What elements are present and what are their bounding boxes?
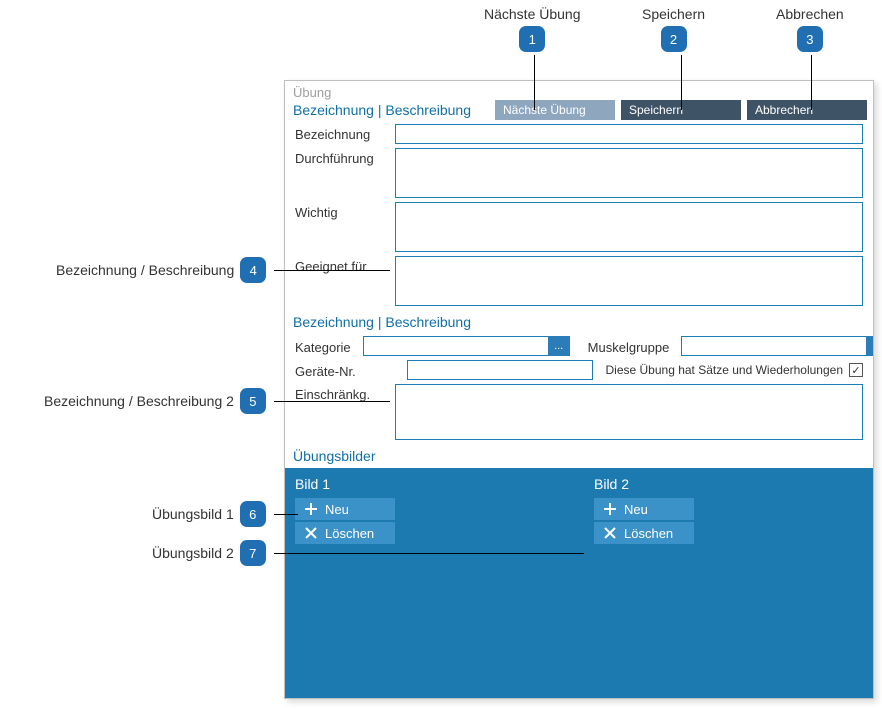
plus-icon: [303, 501, 319, 517]
satz-checkbox[interactable]: ✓: [849, 363, 863, 377]
bild2-new-label: Neu: [624, 502, 648, 517]
x-icon: [602, 525, 618, 541]
bezeichnung-input[interactable]: [395, 124, 863, 144]
cancel-button[interactable]: Abbrechen: [747, 100, 867, 120]
bild1-title: Bild 1: [295, 476, 564, 492]
exercise-panel: Übung Bezeichnung | Beschreibung Nächste…: [284, 80, 874, 699]
kategorie-input[interactable]: [363, 336, 548, 356]
section-header-3: Übungsbilder: [285, 448, 873, 468]
x-icon: [303, 525, 319, 541]
section-header-2: Bezeichnung | Beschreibung: [285, 314, 873, 334]
image-col-2: Bild 2 Neu Löschen: [594, 476, 863, 688]
label-einschr: Einschränkg.: [295, 384, 395, 402]
section1-text: Bezeichnung | Beschreibung: [293, 102, 471, 118]
label-kategorie: Kategorie: [295, 337, 351, 355]
geeignet-textarea[interactable]: [395, 256, 863, 306]
image-col-1: Bild 1 Neu Löschen: [295, 476, 564, 688]
next-exercise-button[interactable]: Nächste Übung: [495, 100, 615, 120]
callout-bubble-6: 6: [240, 501, 266, 527]
label-muskelgruppe: Muskelgruppe: [582, 337, 670, 355]
form-section-1: Bezeichnung Durchführung Wichtig Geeigne…: [285, 122, 873, 314]
form-section-2: Kategorie ... Muskelgruppe ... Geräte-Nr…: [285, 334, 873, 448]
callout-bubble-2: 2: [661, 26, 687, 52]
callout-label-1: Nächste Übung: [484, 6, 581, 22]
callout-bubble-4: 4: [240, 257, 266, 283]
callout-label-4: Bezeichnung / Beschreibung: [56, 262, 234, 278]
bild1-delete-label: Löschen: [325, 526, 374, 541]
bild1-delete-button[interactable]: Löschen: [295, 522, 395, 544]
kategorie-picker-button[interactable]: ...: [548, 336, 570, 356]
callout-label-7: Übungsbild 2: [152, 545, 234, 561]
label-bezeichnung: Bezeichnung: [295, 124, 395, 142]
bild2-delete-label: Löschen: [624, 526, 673, 541]
wichtig-textarea[interactable]: [395, 202, 863, 252]
callout-label-5: Bezeichnung / Beschreibung 2: [44, 393, 234, 409]
callout-bubble-3: 3: [797, 26, 823, 52]
label-durchfuehrung: Durchführung: [295, 148, 395, 166]
check-icon: ✓: [851, 364, 860, 377]
bild1-new-label: Neu: [325, 502, 349, 517]
callout-bubble-1: 1: [519, 26, 545, 52]
callout-label-2: Speichern: [642, 6, 705, 22]
bild1-new-button[interactable]: Neu: [295, 498, 395, 520]
muskelgruppe-picker-button[interactable]: ...: [866, 336, 874, 356]
label-satz: Diese Übung hat Sätze und Wiederholungen: [606, 363, 844, 377]
plus-icon: [602, 501, 618, 517]
bild2-new-button[interactable]: Neu: [594, 498, 694, 520]
label-geeignet: Geeignet für: [295, 256, 395, 274]
callout-label-3: Abbrechen: [776, 6, 844, 22]
bild2-title: Bild 2: [594, 476, 863, 492]
label-wichtig: Wichtig: [295, 202, 395, 220]
bild2-delete-button[interactable]: Löschen: [594, 522, 694, 544]
callout-bubble-7: 7: [240, 540, 266, 566]
einschr-textarea[interactable]: [395, 384, 863, 440]
section-header-1: Bezeichnung | Beschreibung Nächste Übung…: [285, 102, 873, 122]
callout-bubble-5: 5: [240, 388, 266, 414]
muskelgruppe-input[interactable]: [681, 336, 866, 356]
image-section: Bild 1 Neu Löschen Bild 2 Neu: [285, 468, 873, 698]
geraet-input[interactable]: [407, 360, 593, 380]
callout-label-6: Übungsbild 1: [152, 506, 234, 522]
panel-title: Übung: [285, 81, 873, 102]
label-geraet: Geräte-Nr.: [295, 361, 395, 379]
durchfuehrung-textarea[interactable]: [395, 148, 863, 198]
